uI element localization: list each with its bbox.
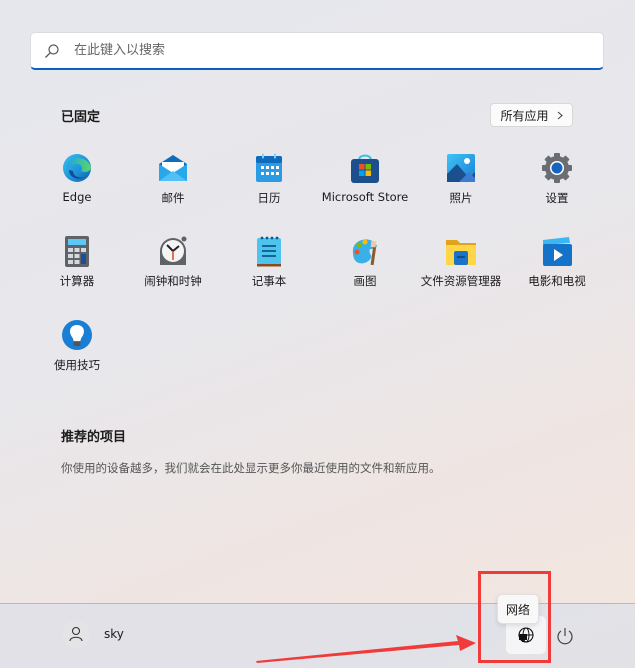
clock-icon xyxy=(160,236,187,265)
all-apps-button[interactable]: 所有应用 xyxy=(490,103,573,127)
app-label: 画图 xyxy=(353,274,377,288)
chevron-right-icon xyxy=(557,111,563,119)
movies-icon xyxy=(543,237,572,266)
app-notepad[interactable]: 记事本 xyxy=(221,235,317,289)
app-photos[interactable]: 照片 xyxy=(413,152,509,206)
notepad-icon xyxy=(257,236,281,267)
user-icon xyxy=(69,626,83,642)
app-label: 计算器 xyxy=(59,274,95,288)
app-movies-tv[interactable]: 电影和电视 xyxy=(509,235,605,289)
app-calendar[interactable]: 日历 xyxy=(221,152,317,206)
app-tips[interactable]: 使用技巧 xyxy=(29,319,125,373)
paint-icon xyxy=(352,239,377,266)
search-icon xyxy=(45,43,59,58)
settings-icon xyxy=(542,153,572,183)
search-box[interactable] xyxy=(30,32,604,70)
app-label: Microsoft Store xyxy=(321,190,409,204)
folder-icon xyxy=(446,240,476,265)
app-label: 闹钟和时钟 xyxy=(144,274,202,288)
app-label: 邮件 xyxy=(161,191,185,205)
app-label: 设置 xyxy=(545,191,569,205)
annotation-highlight-box xyxy=(478,571,551,663)
app-file-explorer[interactable]: 文件资源管理器 xyxy=(413,235,509,289)
app-label: 日历 xyxy=(257,191,281,205)
app-paint[interactable]: 画图 xyxy=(317,235,413,289)
user-avatar[interactable] xyxy=(62,620,90,648)
photos-icon xyxy=(447,154,475,182)
user-name[interactable]: sky xyxy=(104,627,124,641)
app-microsoft-store[interactable]: Microsoft Store xyxy=(317,152,413,204)
app-label: 记事本 xyxy=(251,274,287,288)
power-icon[interactable] xyxy=(555,626,575,646)
recommended-empty-text: 你使用的设备越多，我们就会在此处显示更多你最近使用的文件和新应用。 xyxy=(61,461,441,475)
pinned-title: 已固定 xyxy=(61,110,101,125)
store-icon xyxy=(351,154,379,183)
calendar-icon xyxy=(256,153,282,182)
search-input[interactable] xyxy=(72,42,556,59)
recommended-title: 推荐的项目 xyxy=(61,430,127,445)
tips-icon xyxy=(62,320,92,350)
app-label: 文件资源管理器 xyxy=(420,274,502,288)
app-label: 电影和电视 xyxy=(528,274,586,288)
app-label: Edge xyxy=(62,190,92,204)
app-settings[interactable]: 设置 xyxy=(509,152,605,206)
app-edge[interactable]: Edge xyxy=(29,152,125,204)
all-apps-label: 所有应用 xyxy=(500,108,549,123)
app-mail[interactable]: 邮件 xyxy=(125,152,221,206)
mail-icon xyxy=(159,155,187,181)
app-label: 照片 xyxy=(449,191,473,205)
app-calculator[interactable]: 计算器 xyxy=(29,235,125,289)
app-clock[interactable]: 闹钟和时钟 xyxy=(125,235,221,289)
edge-icon xyxy=(63,154,91,182)
calculator-icon xyxy=(65,236,89,267)
app-label: 使用技巧 xyxy=(54,358,100,372)
